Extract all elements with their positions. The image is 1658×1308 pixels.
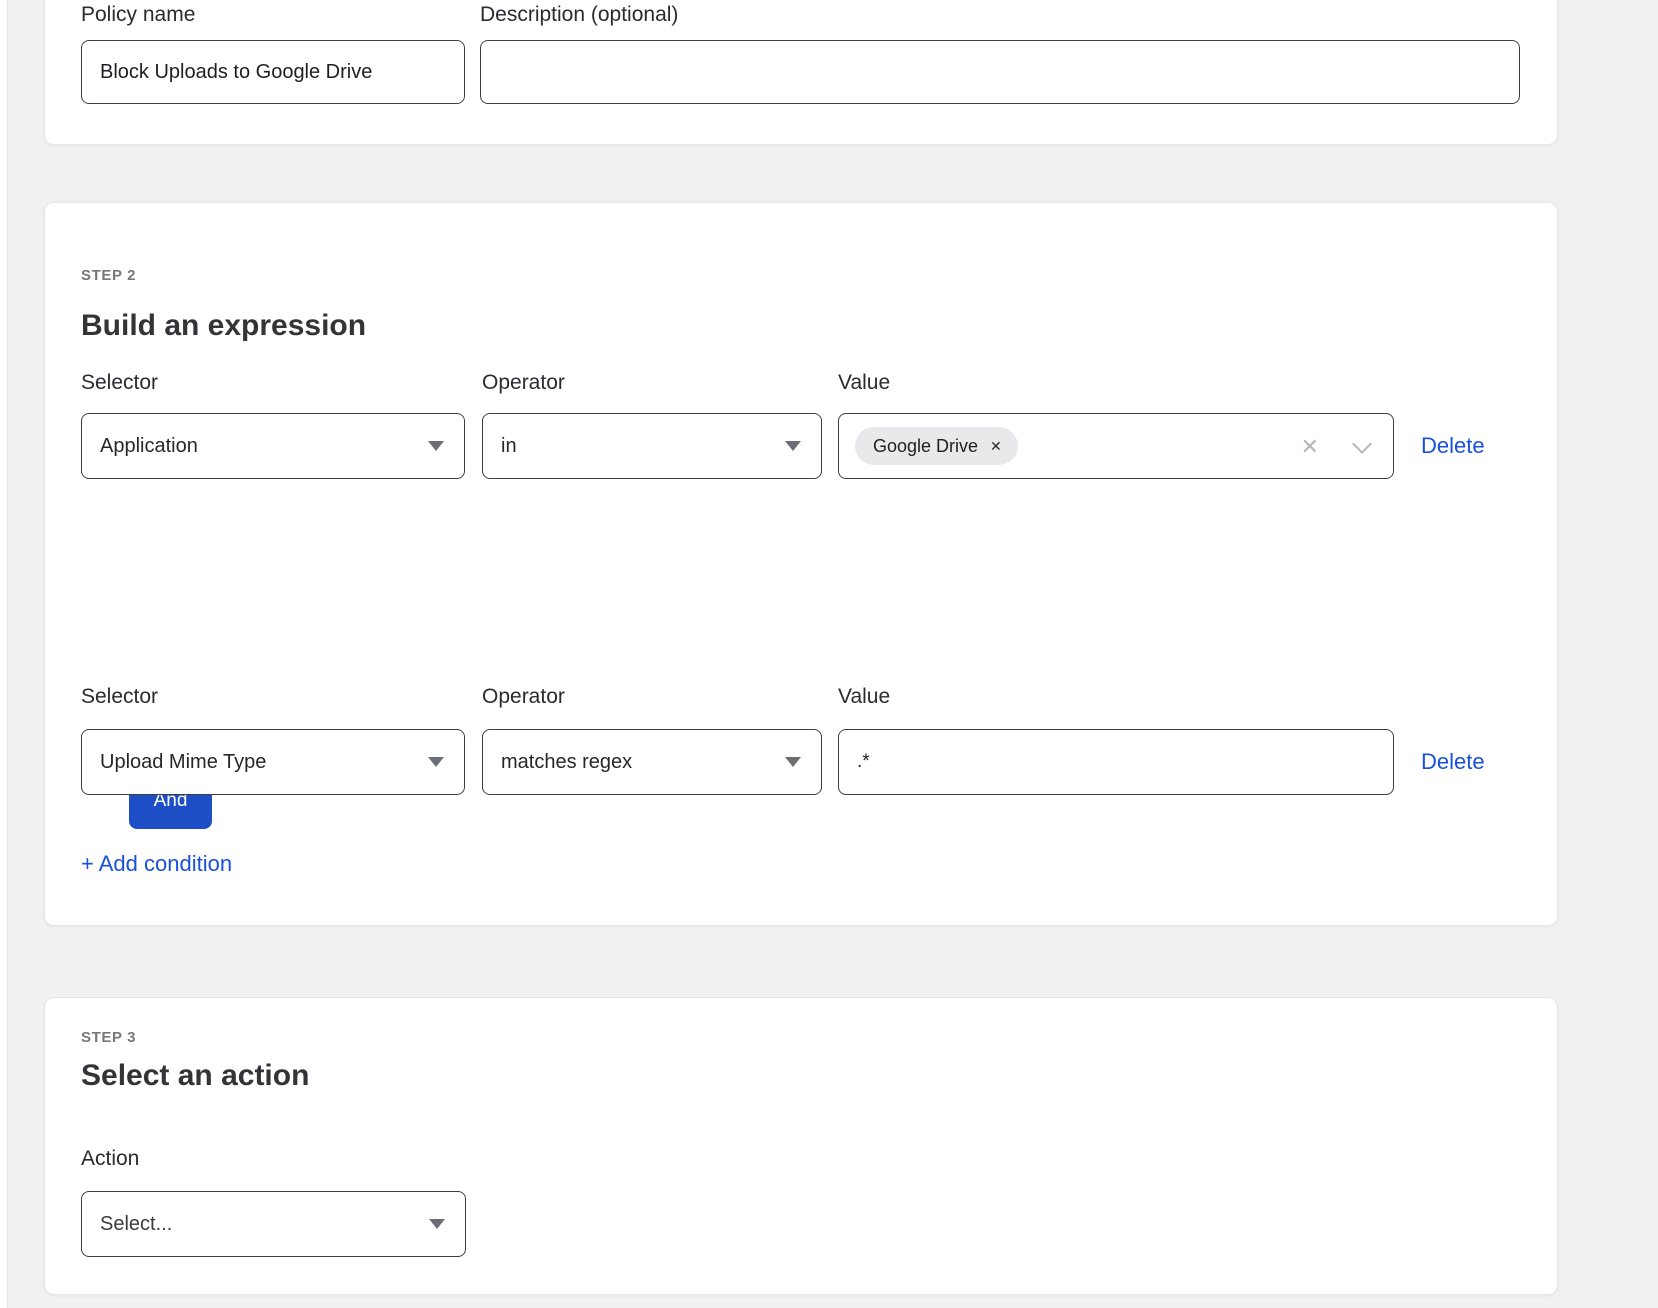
condition2-operator-dropdown[interactable]: matches regex [482, 729, 822, 795]
policy-name-input[interactable] [81, 40, 465, 104]
condition2-delete-label: Delete [1421, 749, 1485, 775]
policy-details-card: Policy name Description (optional) [44, 0, 1558, 145]
value-tag-text: Google Drive [873, 436, 978, 457]
caret-down-icon [428, 441, 444, 451]
action-select-dropdown[interactable]: Select... [81, 1191, 466, 1257]
value-tag: Google Drive ✕ [855, 427, 1018, 465]
condition2-selector-value: Upload Mime Type [100, 751, 428, 774]
condition1-operator-dropdown[interactable]: in [482, 413, 822, 479]
left-edge-strip [0, 0, 8, 1308]
step3-label: STEP 3 [81, 1029, 136, 1046]
condition1-value-label: Value [838, 371, 890, 395]
caret-down-icon [785, 441, 801, 451]
condition1-operator-value: in [501, 435, 785, 458]
build-expression-card: STEP 2 Build an expression Selector Oper… [44, 202, 1558, 926]
condition2-operator-label: Operator [482, 685, 565, 709]
condition2-selector-label: Selector [81, 685, 158, 709]
condition2-value-label: Value [838, 685, 890, 709]
condition1-selector-value: Application [100, 435, 428, 458]
step2-label: STEP 2 [81, 267, 136, 284]
step3-title: Select an action [81, 1059, 309, 1093]
step2-title: Build an expression [81, 309, 366, 343]
action-select-value: Select... [100, 1213, 429, 1236]
description-label: Description (optional) [480, 3, 678, 27]
condition2-value-input[interactable] [838, 729, 1394, 795]
policy-name-label: Policy name [81, 3, 195, 27]
chevron-down-icon[interactable] [1352, 434, 1372, 454]
tag-remove-icon[interactable]: ✕ [990, 439, 1002, 453]
action-label: Action [81, 1147, 139, 1171]
condition2-operator-value: matches regex [501, 751, 785, 774]
condition1-delete-link[interactable]: Delete [1421, 413, 1485, 479]
condition1-selector-label: Selector [81, 371, 158, 395]
condition2-selector-dropdown[interactable]: Upload Mime Type [81, 729, 465, 795]
clear-all-icon[interactable]: ✕ [1301, 414, 1319, 480]
caret-down-icon [428, 757, 444, 767]
condition1-operator-label: Operator [482, 371, 565, 395]
condition2-delete-link[interactable]: Delete [1421, 729, 1485, 795]
condition1-value-multiselect[interactable]: Google Drive ✕ ✕ [838, 413, 1394, 479]
select-action-card: STEP 3 Select an action Action Select... [44, 997, 1558, 1295]
policy-builder-page: Policy name Description (optional) STEP … [0, 0, 1658, 1308]
description-input[interactable] [480, 40, 1520, 104]
caret-down-icon [429, 1219, 445, 1229]
caret-down-icon [785, 757, 801, 767]
condition1-selector-dropdown[interactable]: Application [81, 413, 465, 479]
condition1-delete-label: Delete [1421, 433, 1485, 459]
add-condition-link[interactable]: + Add condition [81, 851, 232, 877]
